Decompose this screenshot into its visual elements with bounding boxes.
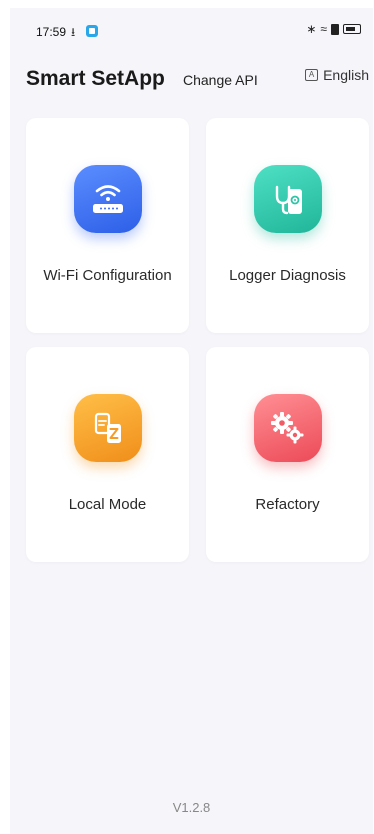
wifi-signal-icon: ≈ — [320, 22, 327, 36]
wifi-router-icon — [73, 165, 142, 233]
status-indicators: ∗ ≈ — [306, 22, 361, 36]
gears-icon — [253, 394, 322, 462]
logger-diagnosis-card[interactable]: Logger Diagnosis — [206, 118, 369, 333]
app-screen: 17:59 ⭳ ∗ ≈ Smart SetApp Change API A En… — [10, 8, 373, 834]
language-selector[interactable]: A English — [305, 67, 369, 83]
refactory-card[interactable]: Refactory — [206, 347, 369, 562]
sim-icon — [331, 23, 339, 35]
header: Smart SetApp Change API A English — [10, 63, 373, 103]
card-label: Wi-Fi Configuration — [43, 267, 172, 284]
stethoscope-phone-icon — [253, 165, 322, 233]
local-mode-icon — [73, 394, 142, 462]
download-icon: ⭳ — [71, 25, 76, 39]
bluetooth-icon: ∗ — [306, 22, 317, 36]
language-label: English — [323, 67, 369, 83]
app-notification-icon — [86, 25, 98, 37]
card-label: Refactory — [255, 496, 320, 513]
card-label: Local Mode — [68, 496, 147, 513]
status-time: 17:59 — [36, 25, 67, 39]
app-title: Smart SetApp — [26, 67, 165, 90]
status-bar: 17:59 ⭳ ∗ ≈ — [10, 8, 373, 48]
change-api-button[interactable]: Change API — [183, 72, 258, 88]
battery-icon — [343, 24, 361, 34]
card-label: Logger Diagnosis — [229, 267, 346, 284]
wifi-configuration-card[interactable]: Wi-Fi Configuration — [26, 118, 189, 333]
local-mode-card[interactable]: Local Mode — [26, 347, 189, 562]
translate-icon: A — [305, 69, 319, 81]
app-version: V1.2.8 — [172, 800, 211, 815]
